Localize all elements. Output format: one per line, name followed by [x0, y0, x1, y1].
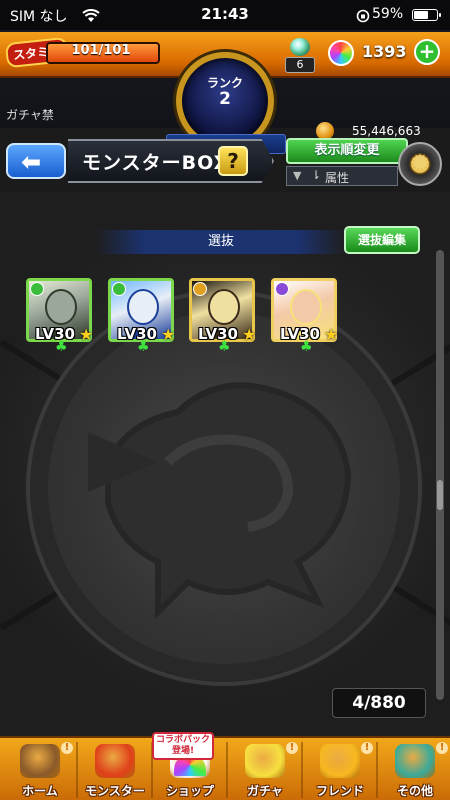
filter-label: 属性 — [325, 171, 350, 185]
box-capacity: 4/880 — [332, 688, 426, 718]
back-button[interactable]: ⬅ — [6, 143, 66, 179]
alert-badge: ! — [436, 742, 448, 754]
dragon-emblem-icon — [88, 382, 352, 620]
battery-icon — [412, 9, 441, 21]
tab-home[interactable]: ホーム! — [3, 738, 77, 800]
dragon-emblem-background — [48, 312, 400, 664]
back-arrow-icon: ⬅ — [21, 148, 42, 176]
monster-card[interactable]: LV30 ★ ♣ — [189, 278, 257, 355]
star-icon: ★ — [161, 325, 176, 344]
monster-card[interactable]: LV30 ★ ♣ — [26, 278, 94, 355]
bottom-tab-bar: ホーム! モンスター ショップ コラボパック 登場! ガチャ! フレンド! その他! — [0, 732, 450, 800]
tab-label: フレンド — [315, 784, 364, 798]
stamina-value: 101/101 — [71, 43, 131, 58]
gacha-status-text: ガチャ禁 — [6, 108, 54, 122]
tab-label: モンスター — [85, 784, 145, 798]
sort-filter-selector[interactable]: ▼ ⇂ 属性 — [286, 166, 398, 186]
rank-value: 2 — [219, 89, 231, 109]
tab-friend[interactable]: フレンド! — [303, 738, 377, 800]
game-header: スタミナ 101/101 ランク 2 6 1393 + ガチャ禁 あと 111 … — [0, 30, 450, 154]
battery-level-fill — [414, 11, 429, 19]
section-header-selected: 選抜 — [96, 230, 346, 254]
app-window: SIM なし 21:43 59% スタミナ 101/101 ランク 2 6 13… — [0, 0, 450, 800]
star-icon: ★ — [242, 325, 257, 344]
attribute-badge — [275, 282, 289, 296]
alert-badge: ! — [286, 742, 298, 754]
tab-other[interactable]: その他! — [378, 738, 450, 800]
scrollbar[interactable] — [436, 250, 444, 700]
gacha-icon — [245, 744, 285, 778]
clover-icon: ♣ — [218, 339, 231, 355]
tab-label: ガチャ — [247, 784, 283, 798]
tab-monster[interactable]: モンスター — [78, 738, 152, 800]
sort-icon: ⇂ — [311, 168, 322, 182]
clover-icon: ♣ — [55, 339, 68, 355]
sort-order-button[interactable]: 表示順変更 — [286, 138, 408, 164]
friend-icon — [320, 744, 360, 778]
clover-icon: ♣ — [137, 339, 150, 355]
gem-icon — [290, 38, 310, 56]
help-button[interactable]: ? — [218, 146, 248, 176]
rotation-lock-icon — [356, 8, 370, 27]
tab-label: ショップ — [165, 784, 214, 798]
promo-badge: コラボパック 登場! — [152, 732, 214, 760]
tab-label: その他 — [396, 784, 433, 798]
orb-count: 1393 — [362, 42, 407, 61]
buy-orb-button[interactable]: + — [414, 39, 440, 65]
tab-label: ホーム — [22, 784, 58, 798]
home-icon — [20, 744, 60, 778]
monster-card[interactable]: LV30 ★ ♣ — [108, 278, 176, 355]
monster-card[interactable]: LV30 ★ ♣ — [271, 278, 339, 355]
monster-icon — [95, 744, 135, 778]
monster-box-area: 選抜 選抜編集 LV30 ★ ♣ LV30 ★ ♣ LV30 ★ ♣ LV30 ★ ♣ 4/880 — [0, 192, 450, 736]
attribute-badge — [193, 282, 207, 296]
gear-icon[interactable]: ✹ — [398, 142, 442, 186]
title-bar: ⬅ モンスターBOX ? 表示順変更 ▼ ⇂ 属性 ✹ — [0, 134, 450, 190]
attribute-badge — [30, 282, 44, 296]
alert-badge: ! — [61, 742, 73, 754]
page-title: モンスターBOX — [82, 152, 230, 174]
clover-icon: ♣ — [300, 339, 313, 355]
battery-percent: 59% — [372, 6, 404, 22]
edit-selection-button[interactable]: 選抜編集 — [344, 226, 420, 254]
other-icon — [395, 744, 435, 778]
scrollbar-thumb[interactable] — [437, 480, 443, 510]
status-bar: SIM なし 21:43 59% — [0, 0, 450, 30]
tab-gacha[interactable]: ガチャ! — [228, 738, 302, 800]
orb-icon — [328, 40, 354, 66]
alert-badge: ! — [361, 742, 373, 754]
star-icon: ★ — [324, 325, 339, 344]
attribute-badge — [112, 282, 126, 296]
filter-icon: ▼ — [293, 169, 302, 182]
star-icon: ★ — [79, 325, 94, 344]
gem-box-count: 6 — [285, 57, 315, 73]
gem-box-button[interactable]: 6 — [285, 38, 315, 73]
